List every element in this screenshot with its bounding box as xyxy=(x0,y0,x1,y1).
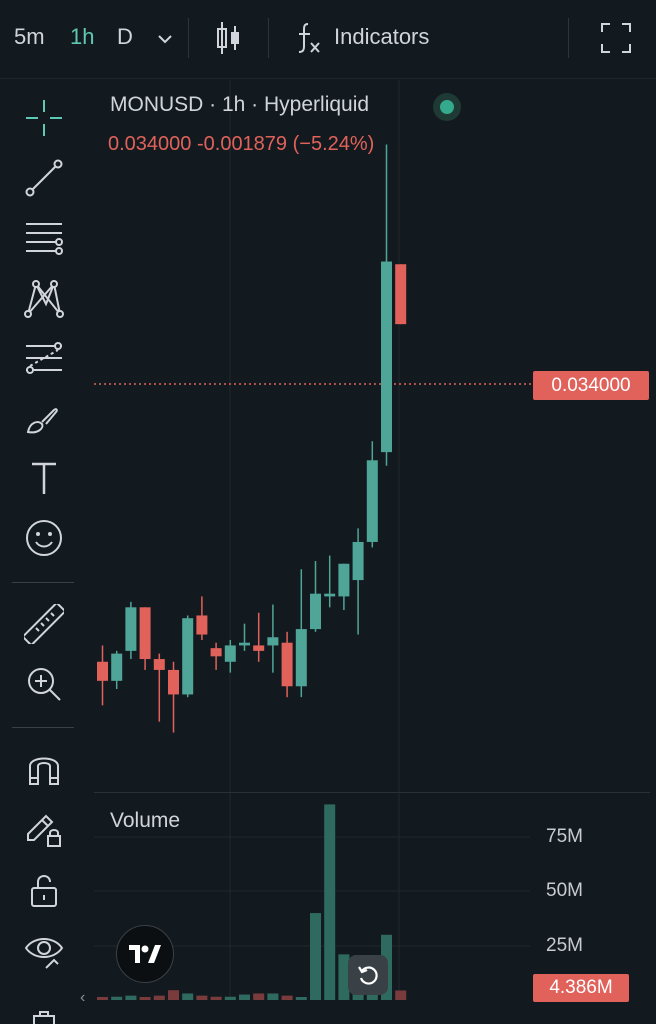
chart-area[interactable]: MONUSD · 1h · Hyperliquid 0.034000 -0.00… xyxy=(80,80,656,1023)
volume-axis-label: 25M xyxy=(546,935,583,956)
toolbar-divider xyxy=(12,582,74,583)
indicators-button[interactable]: Indicators xyxy=(334,24,429,50)
candle-body xyxy=(253,645,265,651)
crosshair-icon[interactable] xyxy=(20,94,68,142)
market-status-icon[interactable] xyxy=(433,93,461,121)
fib-icon[interactable] xyxy=(20,334,68,382)
candle-body xyxy=(139,607,151,660)
candle-body xyxy=(153,659,165,670)
volume-axis-label: 50M xyxy=(546,880,583,901)
chevron-down-icon[interactable] xyxy=(156,30,174,48)
candle-body xyxy=(196,615,208,635)
volume-bar xyxy=(253,993,265,1000)
last-volume-label: 4.386M xyxy=(533,974,629,1002)
pane-divider[interactable] xyxy=(94,792,650,793)
candle-body xyxy=(168,669,179,695)
chart-top-bar: 5m 1h D Indicators xyxy=(0,0,656,79)
lock-drawing-icon[interactable] xyxy=(20,804,68,852)
more-tools-icon[interactable] xyxy=(20,1004,68,1024)
timeframe-1h[interactable]: 1h xyxy=(70,24,94,50)
volume-bar xyxy=(239,994,250,1000)
ruler-icon[interactable] xyxy=(20,600,68,648)
candle-body xyxy=(281,642,293,687)
function-icon[interactable] xyxy=(294,20,324,56)
volume-bar xyxy=(281,995,293,1000)
candle-body xyxy=(182,618,194,695)
brush-icon[interactable] xyxy=(20,394,68,442)
trend-line-icon[interactable] xyxy=(20,154,68,202)
fullscreen-icon[interactable] xyxy=(600,22,632,54)
emoji-icon[interactable] xyxy=(20,514,68,562)
volume-bar xyxy=(310,913,321,1000)
reset-icon xyxy=(358,966,378,985)
candle-body xyxy=(125,607,137,651)
zoom-in-icon[interactable] xyxy=(20,660,68,708)
candle-body xyxy=(352,541,364,581)
candle-body xyxy=(97,661,108,681)
symbol-legend[interactable]: MONUSD · 1h · Hyperliquid xyxy=(110,93,369,117)
divider xyxy=(188,18,189,58)
last-price-label: 0.034000 xyxy=(533,371,649,400)
candle-body xyxy=(210,648,222,657)
volume-bar xyxy=(395,990,407,1000)
price-change-readout: 0.034000 -0.001879 (−5.24%) xyxy=(108,133,375,155)
timeframe-5m[interactable]: 5m xyxy=(14,24,45,50)
drawing-toolbar xyxy=(0,80,80,1024)
volume-bar xyxy=(182,993,194,1000)
volume-bar xyxy=(168,990,179,1000)
candle-body xyxy=(239,642,250,646)
candle-body xyxy=(224,645,236,662)
volume-axis-label: 75M xyxy=(546,826,583,847)
candle-body xyxy=(338,563,350,597)
candle-body xyxy=(295,629,307,687)
candle-body xyxy=(381,261,392,453)
volume-bar xyxy=(153,995,165,1000)
candle-body xyxy=(111,653,123,681)
candle-body xyxy=(395,264,407,325)
volume-bar xyxy=(125,995,137,1000)
volume-bar xyxy=(295,997,307,1000)
volume-legend[interactable]: Volume xyxy=(110,809,180,833)
volume-bar xyxy=(139,997,151,1000)
divider xyxy=(268,18,269,58)
lock-icon[interactable] xyxy=(20,866,68,914)
text-icon[interactable] xyxy=(20,454,68,502)
candles-icon[interactable] xyxy=(214,20,244,56)
horizontal-lines-icon[interactable] xyxy=(20,214,68,262)
timeframe-d[interactable]: D xyxy=(117,24,133,50)
volume-bar xyxy=(324,804,336,1000)
scroll-left-icon[interactable]: ‹ xyxy=(80,989,85,1007)
eye-icon[interactable] xyxy=(20,926,68,974)
volume-bar xyxy=(224,996,236,1000)
candle-body xyxy=(366,460,378,542)
magnet-icon[interactable] xyxy=(20,744,68,792)
candle-body xyxy=(310,593,321,630)
pattern-icon[interactable] xyxy=(20,274,68,322)
candle-body xyxy=(267,637,279,646)
toolbar-divider xyxy=(12,727,74,728)
divider xyxy=(568,18,569,58)
tradingview-logo[interactable] xyxy=(116,925,174,983)
volume-bar xyxy=(196,995,208,1000)
volume-bar xyxy=(111,996,123,1000)
candle-body xyxy=(324,593,336,597)
volume-bar xyxy=(97,997,108,1000)
volume-bar xyxy=(210,996,222,1000)
reset-chart-button[interactable] xyxy=(348,955,388,995)
volume-bar xyxy=(267,993,279,1000)
